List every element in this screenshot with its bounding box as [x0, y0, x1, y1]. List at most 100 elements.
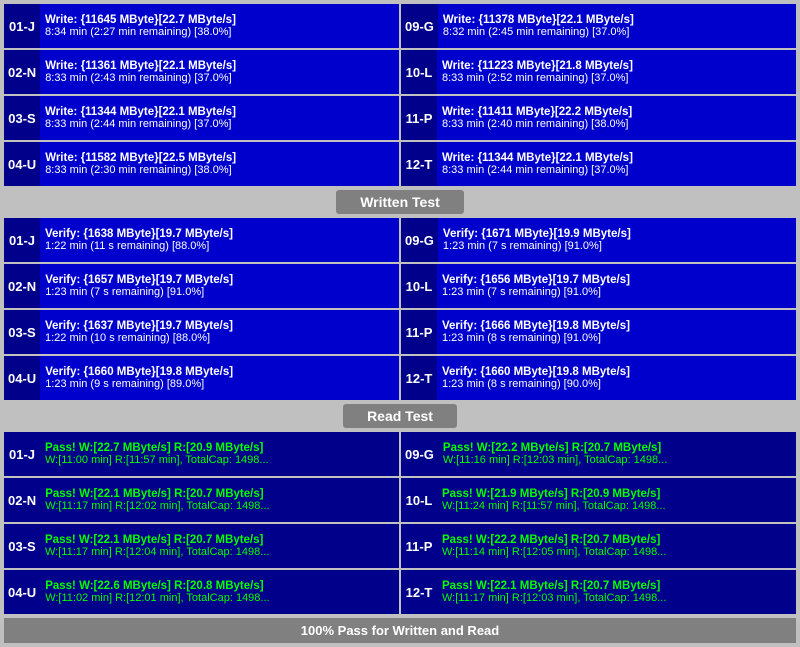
device-line2: 8:33 min (2:44 min remaining) [37.0%] [45, 118, 394, 130]
device-label: 03-S [4, 96, 40, 140]
device-label: 09-G [401, 432, 438, 476]
device-label: 02-N [4, 50, 40, 94]
device-cell: 12-TVerify: {1660 MByte}[19.8 MByte/s]1:… [401, 356, 796, 400]
device-cell: 04-UPass! W:[22.6 MByte/s] R:[20.8 MByte… [4, 570, 399, 614]
device-line1: Verify: {1657 MByte}[19.7 MByte/s] [45, 274, 394, 286]
device-info: Write: {11582 MByte}[22.5 MByte/s]8:33 m… [40, 142, 399, 186]
device-line2: 8:34 min (2:27 min remaining) [38.0%] [45, 26, 394, 38]
device-line2: 1:23 min (7 s remaining) [91.0%] [45, 286, 394, 298]
device-line1: Pass! W:[22.2 MByte/s] R:[20.7 MByte/s] [443, 442, 791, 454]
device-label: 10-L [401, 50, 437, 94]
device-cell: 04-UWrite: {11582 MByte}[22.5 MByte/s]8:… [4, 142, 399, 186]
device-cell: 10-LWrite: {11223 MByte}[21.8 MByte/s]8:… [401, 50, 796, 94]
device-info: Write: {11344 MByte}[22.1 MByte/s]8:33 m… [40, 96, 399, 140]
device-info: Verify: {1660 MByte}[19.8 MByte/s]1:23 m… [437, 356, 796, 400]
device-info: Pass! W:[22.6 MByte/s] R:[20.8 MByte/s]W… [40, 570, 399, 614]
device-line1: Verify: {1638 MByte}[19.7 MByte/s] [45, 228, 394, 240]
device-cell: 09-GWrite: {11378 MByte}[22.1 MByte/s]8:… [401, 4, 796, 48]
device-info: Verify: {1637 MByte}[19.7 MByte/s]1:22 m… [40, 310, 399, 354]
device-label: 04-U [4, 356, 40, 400]
device-line1: Pass! W:[22.1 MByte/s] R:[20.7 MByte/s] [45, 534, 394, 546]
device-line1: Pass! W:[22.7 MByte/s] R:[20.9 MByte/s] [45, 442, 394, 454]
device-label: 12-T [401, 356, 437, 400]
device-cell: 02-NVerify: {1657 MByte}[19.7 MByte/s]1:… [4, 264, 399, 308]
device-line2: W:[11:17 min] R:[12:04 min], TotalCap: 1… [45, 546, 394, 558]
device-info: Pass! W:[22.2 MByte/s] R:[20.7 MByte/s]W… [437, 524, 796, 568]
device-info: Write: {11378 MByte}[22.1 MByte/s]8:32 m… [438, 4, 796, 48]
device-line1: Pass! W:[22.1 MByte/s] R:[20.7 MByte/s] [45, 488, 394, 500]
device-line2: W:[11:02 min] R:[12:01 min], TotalCap: 1… [45, 592, 394, 604]
device-line2: W:[11:17 min] R:[12:03 min], TotalCap: 1… [442, 592, 791, 604]
device-cell: 10-LVerify: {1656 MByte}[19.7 MByte/s]1:… [401, 264, 796, 308]
device-line2: 8:33 min (2:44 min remaining) [37.0%] [442, 164, 791, 176]
device-line1: Pass! W:[22.6 MByte/s] R:[20.8 MByte/s] [45, 580, 394, 592]
device-line2: 8:33 min (2:43 min remaining) [37.0%] [45, 72, 394, 84]
device-cell: 02-NWrite: {11361 MByte}[22.1 MByte/s]8:… [4, 50, 399, 94]
device-info: Verify: {1660 MByte}[19.8 MByte/s]1:23 m… [40, 356, 399, 400]
device-line2: W:[11:14 min] R:[12:05 min], TotalCap: 1… [442, 546, 791, 558]
device-label: 09-G [401, 218, 438, 262]
device-info: Write: {11344 MByte}[22.1 MByte/s]8:33 m… [437, 142, 796, 186]
device-cell: 09-GPass! W:[22.2 MByte/s] R:[20.7 MByte… [401, 432, 796, 476]
device-label: 04-U [4, 142, 40, 186]
device-label: 11-P [401, 310, 437, 354]
device-line2: W:[11:24 min] R:[11:57 min], TotalCap: 1… [442, 500, 791, 512]
device-cell: 04-UVerify: {1660 MByte}[19.8 MByte/s]1:… [4, 356, 399, 400]
device-info: Pass! W:[22.2 MByte/s] R:[20.7 MByte/s]W… [438, 432, 796, 476]
device-label: 03-S [4, 310, 40, 354]
device-label: 12-T [401, 142, 437, 186]
device-line2: 1:23 min (8 s remaining) [91.0%] [442, 332, 791, 344]
device-label: 02-N [4, 478, 40, 522]
device-info: Pass! W:[21.9 MByte/s] R:[20.9 MByte/s]W… [437, 478, 796, 522]
device-info: Write: {11411 MByte}[22.2 MByte/s]8:33 m… [437, 96, 796, 140]
device-line1: Pass! W:[22.2 MByte/s] R:[20.7 MByte/s] [442, 534, 791, 546]
device-line1: Write: {11411 MByte}[22.2 MByte/s] [442, 106, 791, 118]
device-info: Verify: {1666 MByte}[19.8 MByte/s]1:23 m… [437, 310, 796, 354]
device-label: 11-P [401, 524, 437, 568]
device-cell: 12-TWrite: {11344 MByte}[22.1 MByte/s]8:… [401, 142, 796, 186]
device-cell: 09-GVerify: {1671 MByte}[19.9 MByte/s]1:… [401, 218, 796, 262]
device-line1: Verify: {1666 MByte}[19.8 MByte/s] [442, 320, 791, 332]
device-label: 09-G [401, 4, 438, 48]
device-line2: 8:33 min (2:30 min remaining) [38.0%] [45, 164, 394, 176]
write-header-label: Written Test [336, 190, 464, 214]
verify-section: 01-JVerify: {1638 MByte}[19.7 MByte/s]1:… [4, 218, 796, 400]
device-label: 03-S [4, 524, 40, 568]
device-line1: Verify: {1671 MByte}[19.9 MByte/s] [443, 228, 791, 240]
device-info: Verify: {1671 MByte}[19.9 MByte/s]1:23 m… [438, 218, 796, 262]
device-line2: 8:32 min (2:45 min remaining) [37.0%] [443, 26, 791, 38]
device-label: 01-J [4, 218, 40, 262]
device-cell: 03-S Pass! W:[22.1 MByte/s] R:[20.7 MByte… [4, 524, 399, 568]
read-section: 01-J Pass! W:[22.7 MByte/s] R:[20.9 MByte… [4, 432, 796, 614]
device-line2: 8:33 min (2:52 min remaining) [37.0%] [442, 72, 791, 84]
device-line1: Write: {11378 MByte}[22.1 MByte/s] [443, 14, 791, 26]
device-label: 11-P [401, 96, 437, 140]
device-cell: 03-SVerify: {1637 MByte}[19.7 MByte/s]1:… [4, 310, 399, 354]
device-line1: Write: {11582 MByte}[22.5 MByte/s] [45, 152, 394, 164]
device-line2: W:[11:00 min] R:[11:57 min], TotalCap: 1… [45, 454, 394, 466]
device-line2: W:[11:16 min] R:[12:03 min], TotalCap: 1… [443, 454, 791, 466]
device-label: 12-T [401, 570, 437, 614]
device-line2: 1:22 min (11 s remaining) [88.0%] [45, 240, 394, 252]
device-cell: 12-TPass! W:[22.1 MByte/s] R:[20.7 MByte… [401, 570, 796, 614]
main-container: 01-JWrite: {11645 MByte}[22.7 MByte/s]8:… [0, 0, 800, 647]
device-info: Write: {11361 MByte}[22.1 MByte/s]8:33 m… [40, 50, 399, 94]
device-label: 10-L [401, 478, 437, 522]
device-line2: 1:22 min (10 s remaining) [88.0%] [45, 332, 394, 344]
device-line1: Pass! W:[22.1 MByte/s] R:[20.7 MByte/s] [442, 580, 791, 592]
device-info: Verify: {1657 MByte}[19.7 MByte/s]1:23 m… [40, 264, 399, 308]
device-info: Verify: {1656 MByte}[19.7 MByte/s]1:23 m… [437, 264, 796, 308]
device-line2: 1:23 min (9 s remaining) [89.0%] [45, 378, 394, 390]
device-line2: 1:23 min (7 s remaining) [91.0%] [443, 240, 791, 252]
write-grid: 01-JWrite: {11645 MByte}[22.7 MByte/s]8:… [4, 4, 796, 186]
device-label: 01-J [4, 432, 40, 476]
device-cell: 02-N Pass! W:[22.1 MByte/s] R:[20.7 MByte… [4, 478, 399, 522]
device-info: Pass! W:[22.1 MByte/s] R:[20.7 MByte/s]W… [437, 570, 796, 614]
device-info: Verify: {1638 MByte}[19.7 MByte/s]1:22 m… [40, 218, 399, 262]
device-line2: W:[11:17 min] R:[12:02 min], TotalCap: 1… [45, 500, 394, 512]
device-line1: Write: {11645 MByte}[22.7 MByte/s] [45, 14, 394, 26]
device-line1: Write: {11361 MByte}[22.1 MByte/s] [45, 60, 394, 72]
device-cell: 11-PVerify: {1666 MByte}[19.8 MByte/s]1:… [401, 310, 796, 354]
device-cell: 11-PWrite: {11411 MByte}[22.2 MByte/s]8:… [401, 96, 796, 140]
device-label: 02-N [4, 264, 40, 308]
